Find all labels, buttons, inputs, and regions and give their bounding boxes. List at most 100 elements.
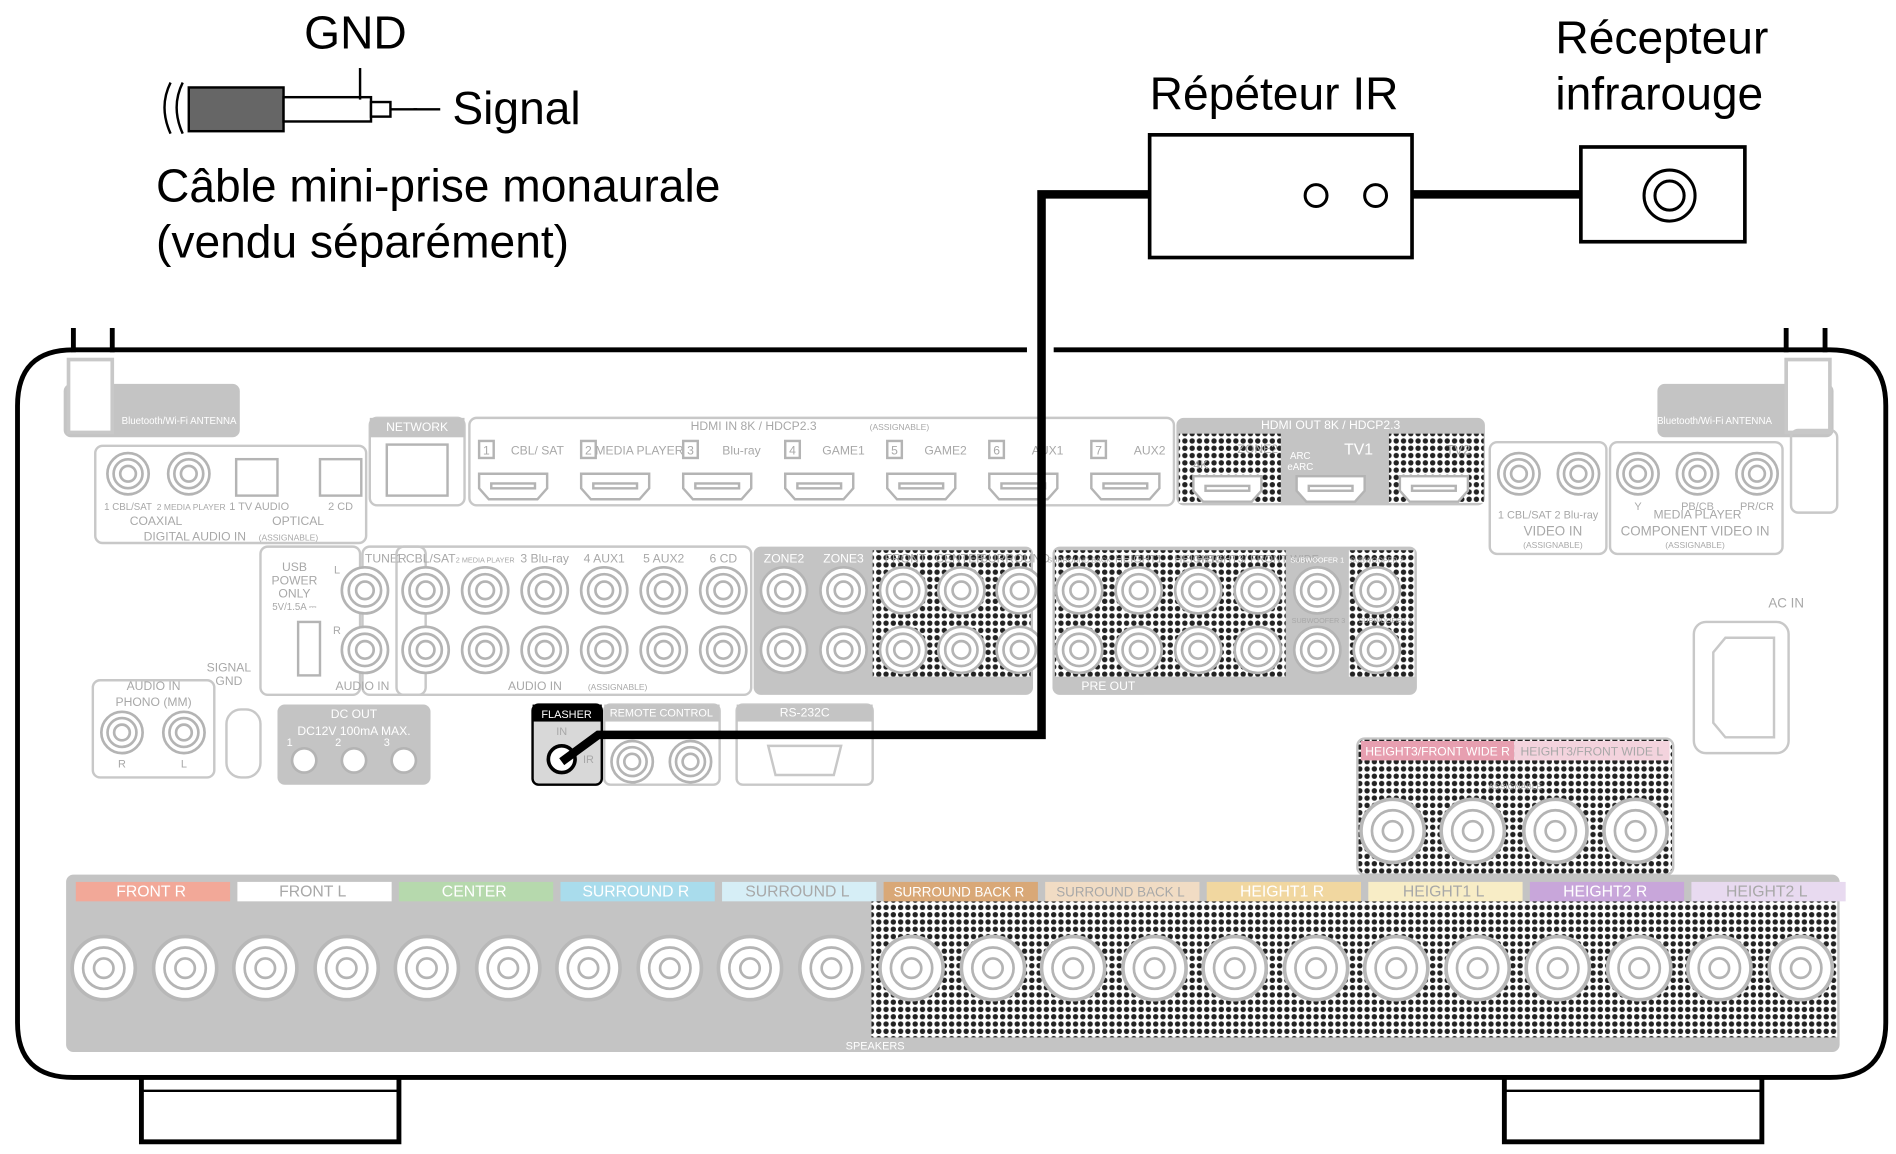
rca-pin (833, 580, 854, 601)
optical-label: 2 CD (328, 501, 353, 513)
flasher-ir: IR (583, 754, 594, 766)
rca-pin (773, 580, 795, 601)
hdmi-input-name: MEDIA PLAYER (595, 443, 683, 457)
rca-pin (179, 464, 198, 483)
tuner-footer: AUDIO IN (336, 679, 390, 693)
hdmi-slot (1307, 484, 1354, 492)
hdmi-out-tv1: TV1 (1344, 441, 1373, 458)
terminal-post (174, 957, 197, 980)
antenna-label: Bluetooth/Wi-Fi ANTENNA (1657, 416, 1772, 427)
terminal-post (1546, 957, 1569, 980)
hdmi-input-number: 1 (483, 443, 490, 457)
terminal-post (254, 957, 277, 980)
rs232c-label: RS-232C (780, 706, 830, 720)
rca-pin (1688, 464, 1707, 483)
rca-pin (1307, 639, 1328, 660)
speaker-channel-label: FRONT R (116, 883, 186, 900)
signal-gnd-terminal (225, 708, 262, 779)
speaker-channel-label: HEIGHT1 R (1240, 883, 1324, 900)
dc-out-jack (340, 746, 368, 774)
preout-label: SUBWOOFER 2 (1350, 555, 1404, 564)
component-y: Y (1634, 501, 1642, 513)
dc-out-jack (390, 746, 418, 774)
dc-out-port-label: 3 (384, 737, 390, 749)
speakers-footer: SPEAKERS (846, 1041, 905, 1053)
audio-in-panel (395, 545, 753, 697)
terminal-post (1628, 957, 1651, 980)
optical-label: 1 TV AUDIO (229, 501, 289, 513)
speaker-channel-label: HEIGHT1 L (1403, 883, 1485, 900)
preout-footer: PRE OUT (1081, 679, 1135, 693)
usb-label: ONLY (278, 587, 310, 601)
optical-group-label: OPTICAL (272, 514, 324, 528)
tuner-r: R (333, 625, 341, 637)
terminal-post (335, 957, 358, 980)
audio-in-label: 4 AUX1 (584, 551, 625, 565)
flasher-title: FLASHER (541, 709, 591, 721)
rca-pin (622, 752, 642, 771)
phono-sub: PHONO (MM) (116, 695, 192, 709)
terminal-post (1381, 819, 1404, 842)
rca-pin (174, 723, 194, 742)
preout-label: CENTER (935, 551, 985, 565)
antenna-connector (1784, 357, 1832, 435)
hdmi-input-number: 5 (891, 443, 898, 457)
hdmi-input-name: CBL/ SAT (511, 443, 565, 457)
rca-pin (1307, 580, 1328, 601)
terminal-post (900, 957, 923, 980)
rca-pin (1128, 580, 1149, 601)
rca-pin (475, 639, 496, 660)
hdmi-slot (1410, 484, 1457, 492)
component-source: MEDIA PLAYER (1653, 508, 1741, 522)
ir-receiver-box (1579, 145, 1747, 244)
rca-pin (1747, 464, 1767, 483)
rca-pin (415, 639, 436, 660)
rca-pin (594, 580, 615, 601)
gnd-label: GND (304, 7, 407, 59)
ir-repeater-connection-diagram: GND Signal Câble mini-prise monaurale (v… (15, 7, 1889, 1145)
dc-out-jack (290, 746, 318, 774)
terminal-post (1624, 819, 1647, 842)
ethernet-port (385, 443, 449, 497)
hdmi-input-name: Blu-ray (722, 443, 761, 457)
speaker-channel-label: HEIGHT2 L (1726, 883, 1808, 900)
speaker-channel-label: SURROUND L (745, 883, 850, 900)
ir-receiver-label-2: infrarouge (1555, 67, 1763, 119)
hdmi-out-zone2: ZONE2 (1238, 442, 1279, 456)
coax-label: 1 CBL/SAT (104, 502, 152, 513)
terminal-post (415, 957, 438, 980)
terminal-post (1385, 957, 1408, 980)
rca-pin (354, 639, 376, 660)
rca-pin (653, 580, 674, 601)
hdmi-out-arc: ARC (1290, 451, 1311, 462)
rca-pin (713, 639, 734, 660)
hdmi-out-tv2: TV2 (1446, 442, 1471, 457)
preout-label: SUBWOOFER 1 (1290, 555, 1344, 564)
remote-control-label: REMOTE CONTROL (610, 708, 713, 720)
rca-pin (653, 639, 674, 660)
rca-pin (112, 723, 132, 742)
terminal-post (577, 957, 600, 980)
speaker-channel-label: HEIGHT2 R (1563, 883, 1647, 900)
rca-pin (475, 580, 496, 601)
hdmi-slot (898, 482, 945, 490)
rca-pin (1366, 639, 1387, 660)
terminal-post (1708, 957, 1731, 980)
hdmi-input-number: 7 (1095, 443, 1102, 457)
speaker-channel-label: CENTER (442, 883, 507, 900)
video-in-note: (ASSIGNABLE) (1523, 540, 1583, 550)
hdmi-slot (592, 482, 639, 490)
rca-pin (892, 639, 914, 660)
audio-in-label: 6 CD (709, 551, 737, 565)
hdmi-slot (796, 482, 843, 490)
ground-screw-panel (1789, 428, 1839, 514)
rca-pin (1069, 580, 1090, 601)
terminal-post (738, 957, 762, 980)
hdmi-slot (490, 482, 537, 490)
ir-repeater-box (1147, 133, 1414, 260)
digital-audio-note: (ASSIGNABLE) (259, 533, 319, 543)
hdmi-input-number: 4 (789, 443, 796, 457)
zone-label: ZONE2 (764, 551, 805, 565)
terminal-post (1305, 957, 1328, 980)
dc-out-port-label: 1 (287, 737, 293, 749)
